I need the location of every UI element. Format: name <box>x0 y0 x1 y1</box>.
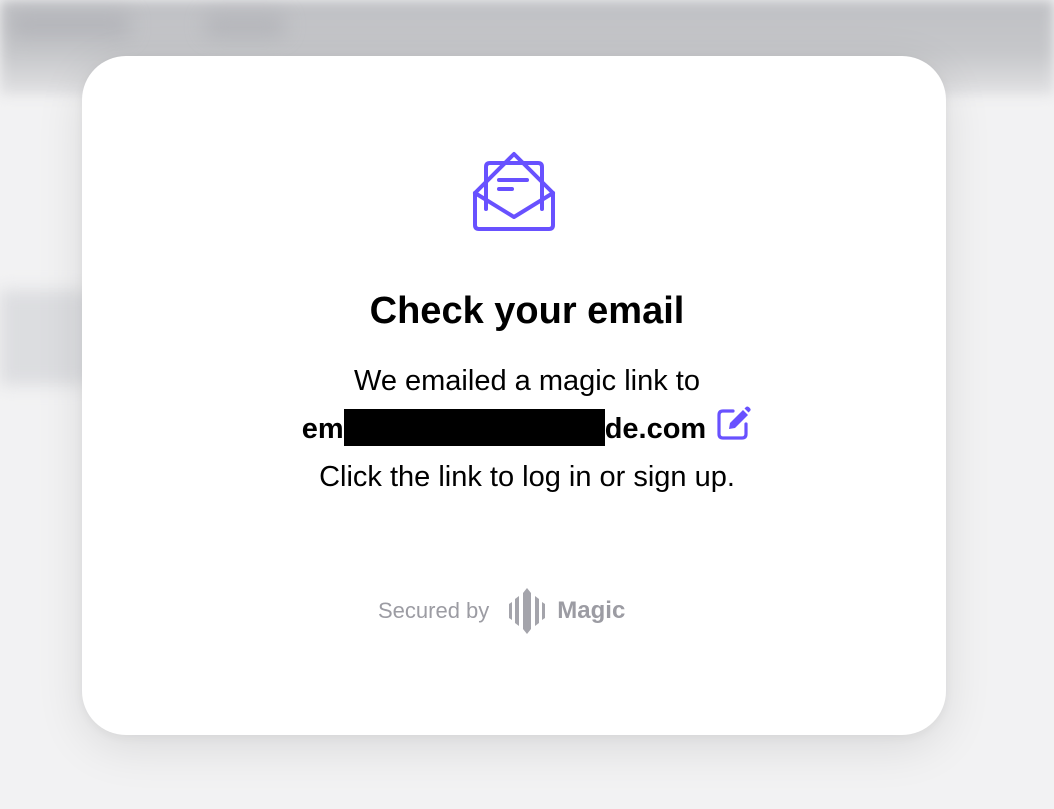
email-suffix: de.com <box>604 413 707 445</box>
magic-brand-name: Magic <box>557 597 626 624</box>
edit-email-button[interactable] <box>716 405 752 441</box>
email-address-line: em de.com <box>0 406 1054 449</box>
open-envelope-icon <box>473 152 555 231</box>
email-redaction <box>343 408 605 446</box>
edit-pencil-icon <box>717 406 751 440</box>
secured-by-label: Secured by <box>378 598 490 623</box>
blurred-logo <box>10 12 130 38</box>
instructions-text: Click the link to log in or sign up. <box>319 461 735 493</box>
blurred-nav-item <box>205 14 285 36</box>
secured-by-footer: Secured by Magic <box>378 586 625 636</box>
dialog-title: Check your email <box>369 290 685 332</box>
intro-text: We emailed a magic link to <box>353 365 700 397</box>
email-prefix: em <box>301 413 344 445</box>
magic-logo-icon <box>509 588 546 634</box>
